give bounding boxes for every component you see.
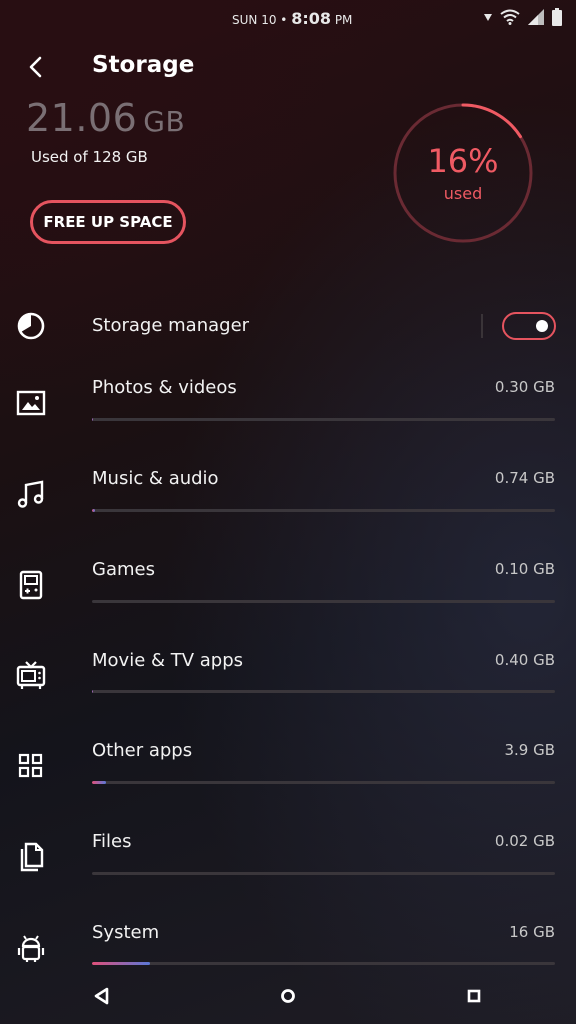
arrow-down-icon [484,14,492,21]
chevron-left-icon [29,56,42,78]
category-bar-fill [92,781,106,784]
status-date: SUN 10 • [232,13,288,27]
page-title: Storage [92,52,195,78]
category-bar-track [92,418,555,421]
toggle-knob [536,320,548,332]
category-size: 16 GB [509,923,555,941]
category-label[interactable]: Music & audio [92,468,219,489]
recents-square-icon [467,989,481,1003]
category-label[interactable]: Movie & TV apps [92,650,243,671]
category-bar-fill [92,418,94,421]
gauge-percent: 16% [427,142,499,180]
status-ampm: PM [334,13,353,27]
home-circle-icon [281,989,295,1003]
apps-grid-icon [14,749,48,783]
back-triangle-icon [94,987,109,1005]
used-unit: GB [143,105,186,138]
status-bar: SUN 10 • 8:08 PM [0,6,576,28]
category-bar-fill [92,509,95,512]
category-bar-track [92,962,555,965]
free-up-space-button[interactable]: FREE UP SPACE [30,200,186,244]
category-bar-track [92,509,555,512]
category-bar-track [92,872,555,875]
used-value: 21.06 [26,96,138,140]
status-clock: SUN 10 • 8:08 PM [232,9,352,28]
back-button[interactable] [22,52,52,82]
category-label[interactable]: Files [92,831,132,852]
nav-recents-button[interactable] [456,978,492,1014]
android-icon [14,930,48,964]
category-label[interactable]: Photos & videos [92,377,237,398]
category-bar-track [92,690,555,693]
nav-back-button[interactable] [84,978,120,1014]
used-of-total: Used of 128 GB [31,148,148,166]
category-bar-fill [92,962,150,965]
tv-icon [14,658,48,692]
status-time: 8:08 [291,9,331,28]
category-bar-track [92,781,555,784]
storage-manager-icon [14,309,48,343]
music-note-icon [14,477,48,511]
files-icon [14,840,48,874]
category-size: 0.10 GB [494,560,555,578]
gameboy-icon [14,568,48,602]
category-size: 0.74 GB [494,469,555,487]
category-bar-track [92,600,555,603]
category-size: 0.40 GB [494,651,555,669]
usage-gauge: 16% used [392,102,534,244]
category-size: 3.9 GB [504,741,555,759]
wifi-icon [500,9,520,25]
image-icon [14,386,48,420]
category-size: 0.30 GB [494,378,555,396]
category-label[interactable]: System [92,922,159,943]
storage-manager-label: Storage manager [92,315,250,336]
gauge-label: used [443,184,483,203]
nav-home-button[interactable] [270,978,306,1014]
used-amount: 21.06 GB [26,96,185,140]
signal-icon [528,9,544,25]
battery-icon [552,8,562,26]
category-label[interactable]: Other apps [92,740,192,761]
category-size: 0.02 GB [494,832,555,850]
category-bar-fill [92,690,94,693]
category-label[interactable]: Games [92,559,155,580]
storage-manager-toggle[interactable] [502,312,556,340]
toggle-divider [481,314,483,338]
